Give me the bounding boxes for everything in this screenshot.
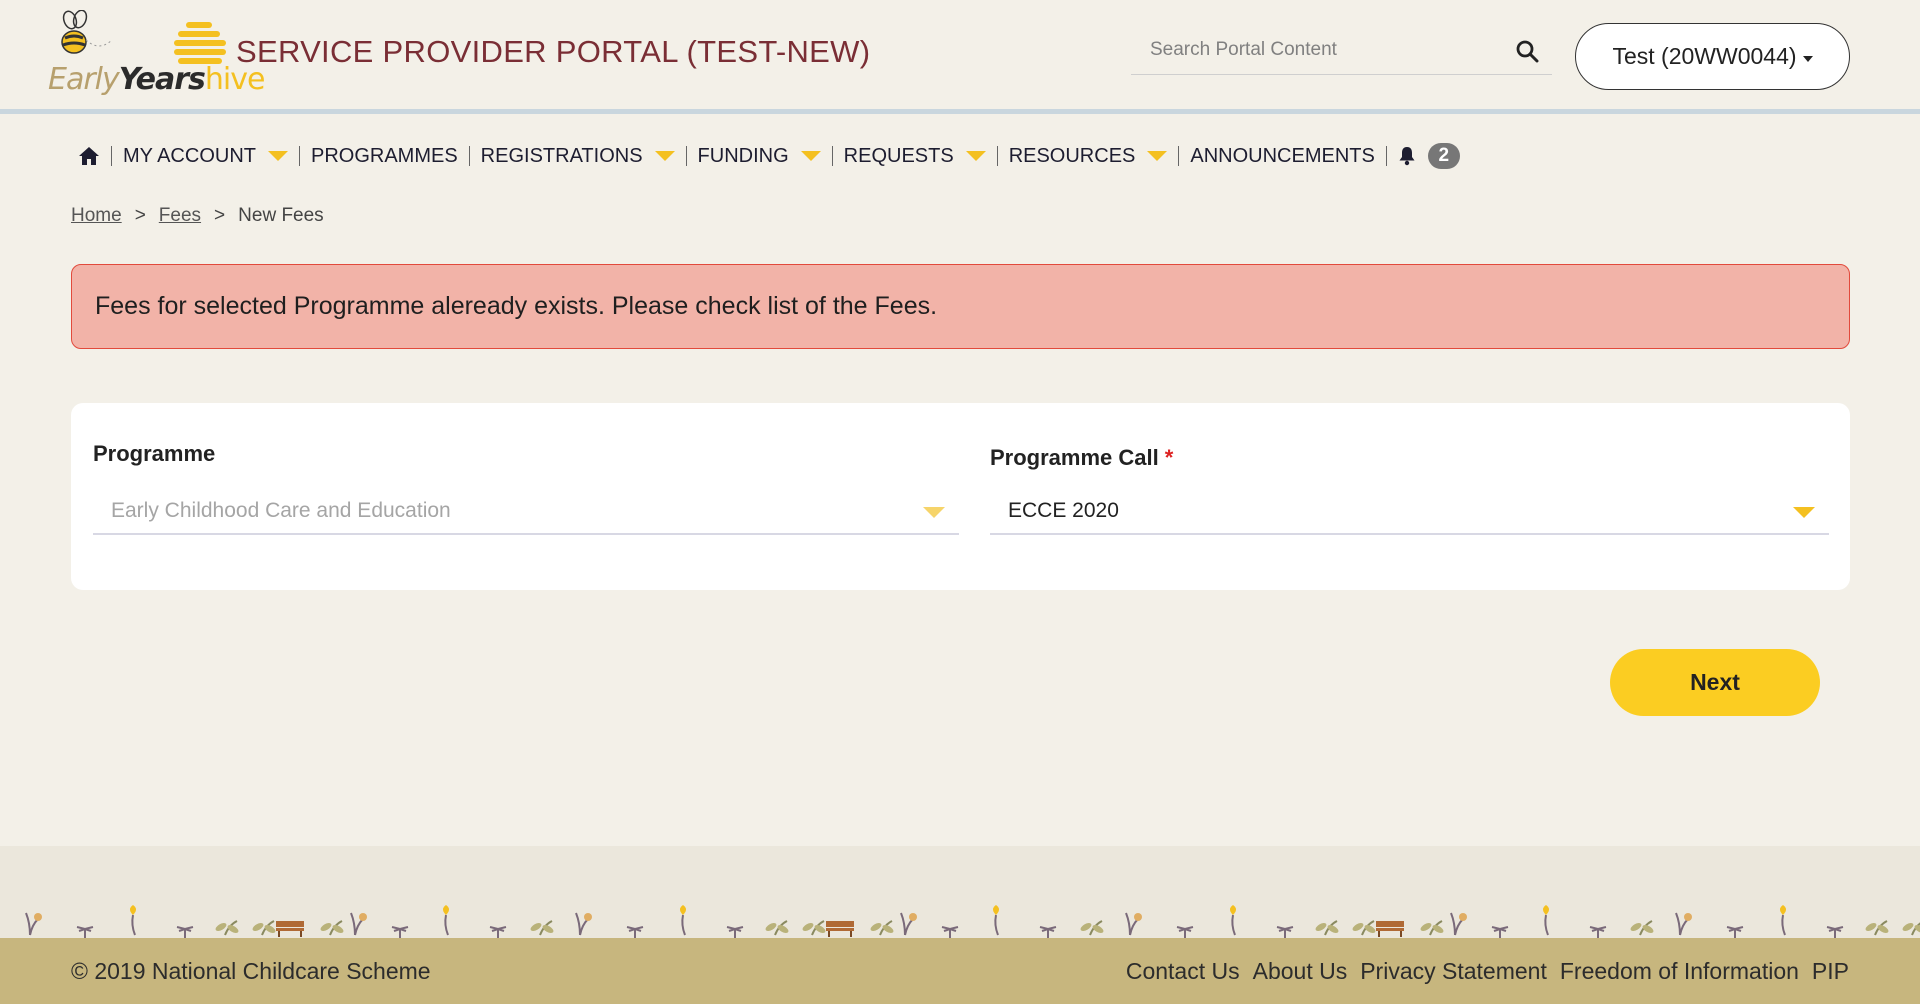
- breadcrumb-fees[interactable]: Fees: [159, 205, 201, 227]
- site-footer: © 2019 National Childcare Scheme Contact…: [0, 938, 1920, 1004]
- programme-call-field: Programme Call *: [990, 445, 1173, 471]
- nav-funding-label: FUNDING: [697, 144, 789, 167]
- nav-funding[interactable]: FUNDING: [687, 138, 832, 174]
- breadcrumb-current: New Fees: [238, 205, 324, 226]
- nav-resources[interactable]: RESOURCES: [998, 138, 1179, 174]
- search-bar: [1131, 28, 1552, 75]
- breadcrumb-separator: >: [214, 205, 226, 226]
- nav-resources-label: RESOURCES: [1008, 144, 1136, 167]
- plants-border-decoration: [0, 895, 1920, 940]
- copyright-text: © 2019 National Childcare Scheme: [71, 957, 431, 984]
- search-button[interactable]: [1512, 36, 1542, 66]
- nav-my-account-label: MY ACCOUNT: [123, 144, 256, 167]
- programme-call-select[interactable]: ECCE 2020: [990, 489, 1829, 535]
- early-years-hive-logo[interactable]: EarlyYearshive: [46, 10, 265, 102]
- nav-announcements[interactable]: ANNOUNCEMENTS: [1179, 138, 1385, 174]
- home-icon: [79, 147, 99, 165]
- account-dropdown-button[interactable]: Test (20WW0044): [1575, 23, 1850, 90]
- portal-title: SERVICE PROVIDER PORTAL (TEST-NEW): [236, 34, 871, 69]
- nav-programmes-label: PROGRAMMES: [310, 144, 458, 167]
- main-nav: MY ACCOUNT PROGRAMMES REGISTRATIONS FUND…: [76, 138, 1471, 174]
- nav-notifications[interactable]: 2: [1387, 138, 1471, 174]
- footer-link-privacy-statement[interactable]: Privacy Statement: [1360, 958, 1547, 985]
- fees-form-card: Programme Early Childhood Care and Educa…: [71, 403, 1850, 590]
- footer-links: Contact Us About Us Privacy Statement Fr…: [1126, 958, 1849, 985]
- programme-call-select-value: ECCE 2020: [1008, 499, 1119, 522]
- footer-link-freedom-of-information[interactable]: Freedom of Information: [1560, 958, 1799, 985]
- chevron-down-icon: [800, 151, 821, 161]
- chevron-down-icon: [965, 151, 986, 161]
- logo-wordmark: EarlyYearshive: [48, 62, 265, 97]
- logo-years: Years: [118, 62, 206, 97]
- bell-icon: [1399, 147, 1415, 166]
- breadcrumb-separator: >: [134, 205, 146, 226]
- nav-registrations[interactable]: REGISTRATIONS: [470, 138, 686, 174]
- site-header: EarlyYearshive SERVICE PROVIDER PORTAL (…: [0, 0, 1920, 114]
- search-icon: [1516, 40, 1539, 63]
- footer-link-contact-us[interactable]: Contact Us: [1126, 958, 1240, 985]
- bee-icon: [61, 10, 113, 54]
- footer-link-pip[interactable]: PIP: [1812, 958, 1849, 985]
- caret-down-icon: [1802, 55, 1813, 62]
- programme-field: Programme: [93, 441, 215, 467]
- chevron-down-icon: [1793, 507, 1815, 518]
- nav-requests[interactable]: REQUESTS: [833, 138, 997, 174]
- logo-early: Early: [48, 62, 120, 97]
- nav-home[interactable]: [76, 138, 111, 174]
- account-label: Test (20WW0044): [1612, 43, 1797, 69]
- programme-select-value: Early Childhood Care and Education: [111, 499, 451, 522]
- footer-link-about-us[interactable]: About Us: [1253, 958, 1348, 985]
- notification-count-badge: 2: [1427, 143, 1460, 169]
- breadcrumb: Home > Fees > New Fees: [71, 205, 324, 227]
- error-alert: Fees for selected Programme aleready exi…: [71, 264, 1850, 349]
- programme-call-label-text: Programme Call: [990, 445, 1159, 470]
- programme-label: Programme: [93, 441, 216, 466]
- required-marker: *: [1164, 445, 1174, 470]
- error-alert-message: Fees for selected Programme aleready exi…: [95, 292, 938, 320]
- chevron-down-icon: [1147, 151, 1168, 161]
- nav-programmes[interactable]: PROGRAMMES: [300, 138, 469, 174]
- chevron-down-icon: [923, 507, 945, 518]
- nav-registrations-label: REGISTRATIONS: [480, 144, 643, 167]
- programme-call-label: Programme Call *: [990, 445, 1173, 471]
- breadcrumb-home[interactable]: Home: [71, 205, 122, 227]
- chevron-down-icon: [654, 151, 675, 161]
- nav-requests-label: REQUESTS: [843, 144, 954, 167]
- programme-select: Early Childhood Care and Education: [93, 489, 959, 535]
- search-input[interactable]: [1131, 28, 1552, 72]
- next-button[interactable]: Next: [1610, 649, 1820, 716]
- nav-announcements-label: ANNOUNCEMENTS: [1190, 144, 1375, 167]
- nav-my-account[interactable]: MY ACCOUNT: [112, 138, 299, 174]
- chevron-down-icon: [267, 151, 288, 161]
